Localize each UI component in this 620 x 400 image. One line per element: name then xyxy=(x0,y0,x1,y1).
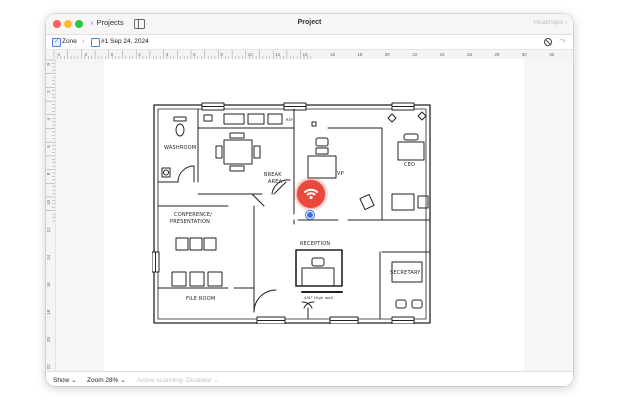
show-label: Show xyxy=(53,376,70,384)
ruler-label: 4 xyxy=(166,52,169,57)
access-point-location-dot[interactable] xyxy=(306,211,314,219)
room-label-reception: RECEPTION xyxy=(300,241,330,247)
room-label-conference-2: PRESENTATION xyxy=(170,219,210,225)
zone-label[interactable]: Zone xyxy=(62,38,77,45)
ruler-label: 0 xyxy=(46,63,51,66)
toolbar: ✓ Zone › #1 Sep 24, 2024 ↷ xyxy=(46,35,573,49)
ruler-label: 12 xyxy=(46,227,51,233)
room-label-vp: VP xyxy=(337,171,344,177)
item-checkbox-icon[interactable] xyxy=(91,38,100,47)
vertical-ruler: 0 2 4 6 8 10 12 14 16 18 20 22 xyxy=(46,58,56,371)
ruler-label: 4 xyxy=(46,117,51,120)
room-label-ceo: CEO xyxy=(404,162,415,168)
ruler-label: 8 xyxy=(46,172,51,175)
heatmaps-link[interactable]: Heatmaps › xyxy=(533,19,567,26)
ruler-label: 6 xyxy=(46,145,51,148)
app-window: ‹ Projects Project Heatmaps › ✓ Zone › #1… xyxy=(46,14,573,386)
wifi-icon xyxy=(304,188,318,200)
ruler-label: 30 xyxy=(522,52,528,57)
active-scanning-menu[interactable]: Active scanning: Disabled ⌄ xyxy=(137,376,219,384)
ruler-label: 14 xyxy=(46,254,51,260)
ruler-label: 16 xyxy=(46,282,51,288)
ruler-label: 22 xyxy=(412,52,418,57)
zoom-label: Zoom 28% xyxy=(87,376,119,384)
breadcrumb-separator: › xyxy=(82,38,85,45)
ruler-label: 28 xyxy=(494,52,500,57)
access-point-pin[interactable] xyxy=(296,179,326,209)
ruler-label: 8 xyxy=(220,52,223,57)
redo-icon[interactable]: ↷ xyxy=(559,37,566,46)
ruler-label: 22 xyxy=(46,364,51,370)
chevron-down-icon: ⌄ xyxy=(71,376,77,384)
ruler-label: 18 xyxy=(357,52,363,57)
title-bar: ‹ Projects Project Heatmaps › xyxy=(46,14,573,35)
floor-plan-drawing: WASHROOM BREAK AREA VP CEO CONFERENCE/ P… xyxy=(152,102,431,324)
ruler-label: 10 xyxy=(248,52,254,57)
room-label-file: FILE ROOM xyxy=(186,296,215,302)
ruler-label: 20 xyxy=(46,337,51,343)
ruler-label: 6 xyxy=(193,52,196,57)
ruler-label: 2 xyxy=(138,52,141,57)
no-entry-icon[interactable] xyxy=(544,38,552,46)
ruler-label: 24 xyxy=(440,52,446,57)
survey-item-label[interactable]: #1 Sep 24, 2024 xyxy=(101,38,149,45)
chevron-down-icon: ⌄ xyxy=(120,376,126,384)
ruler-label: 0 xyxy=(111,52,114,57)
room-label-conference-1: CONFERENCE/ xyxy=(174,212,212,218)
ruler-label: 12 xyxy=(275,52,281,57)
heatmaps-label: Heatmaps xyxy=(533,19,564,26)
ruler-label: 16 xyxy=(330,52,336,57)
wall-note: 4/6" High wall xyxy=(304,295,333,300)
ruler-label: -2 xyxy=(83,52,87,57)
ruler-label: 26 xyxy=(467,52,473,57)
status-bar: Show ⌄ Zoom 28% ⌄ Active scanning: Disab… xyxy=(46,371,573,386)
zoom-menu[interactable]: Zoom 28% ⌄ xyxy=(87,376,126,384)
zone-checkbox-icon[interactable]: ✓ xyxy=(52,38,61,47)
vertical-ruler-scale: 0 2 4 6 8 10 12 14 16 18 20 22 xyxy=(46,59,55,370)
scanning-label: Active scanning: Disabled xyxy=(137,376,212,384)
room-label-break-1: BREAK xyxy=(264,172,282,178)
chevron-right-icon: › xyxy=(564,19,567,26)
ruler-label: 32 xyxy=(549,52,555,57)
room-label-break-2: AREA xyxy=(268,179,283,185)
fridge-label: REF xyxy=(286,118,293,122)
ruler-label: 14 xyxy=(303,52,309,57)
ruler-label: 18 xyxy=(46,309,51,315)
ruler-label: 20 xyxy=(385,52,391,57)
ruler-label: -4 xyxy=(56,52,60,57)
room-label-secretary: SECRETARY xyxy=(390,270,421,276)
chevron-down-icon: ⌄ xyxy=(213,376,219,384)
ruler-label: 10 xyxy=(46,200,51,206)
window-title: Project xyxy=(297,19,322,26)
horizontal-ruler-scale: -4 -2 0 2 4 6 8 10 12 14 16 18 20 22 24 26 28 30 32 xyxy=(53,50,555,59)
room-label-washroom: WASHROOM xyxy=(164,145,196,151)
show-menu[interactable]: Show ⌄ xyxy=(53,376,77,384)
ruler-label: 2 xyxy=(46,90,51,93)
